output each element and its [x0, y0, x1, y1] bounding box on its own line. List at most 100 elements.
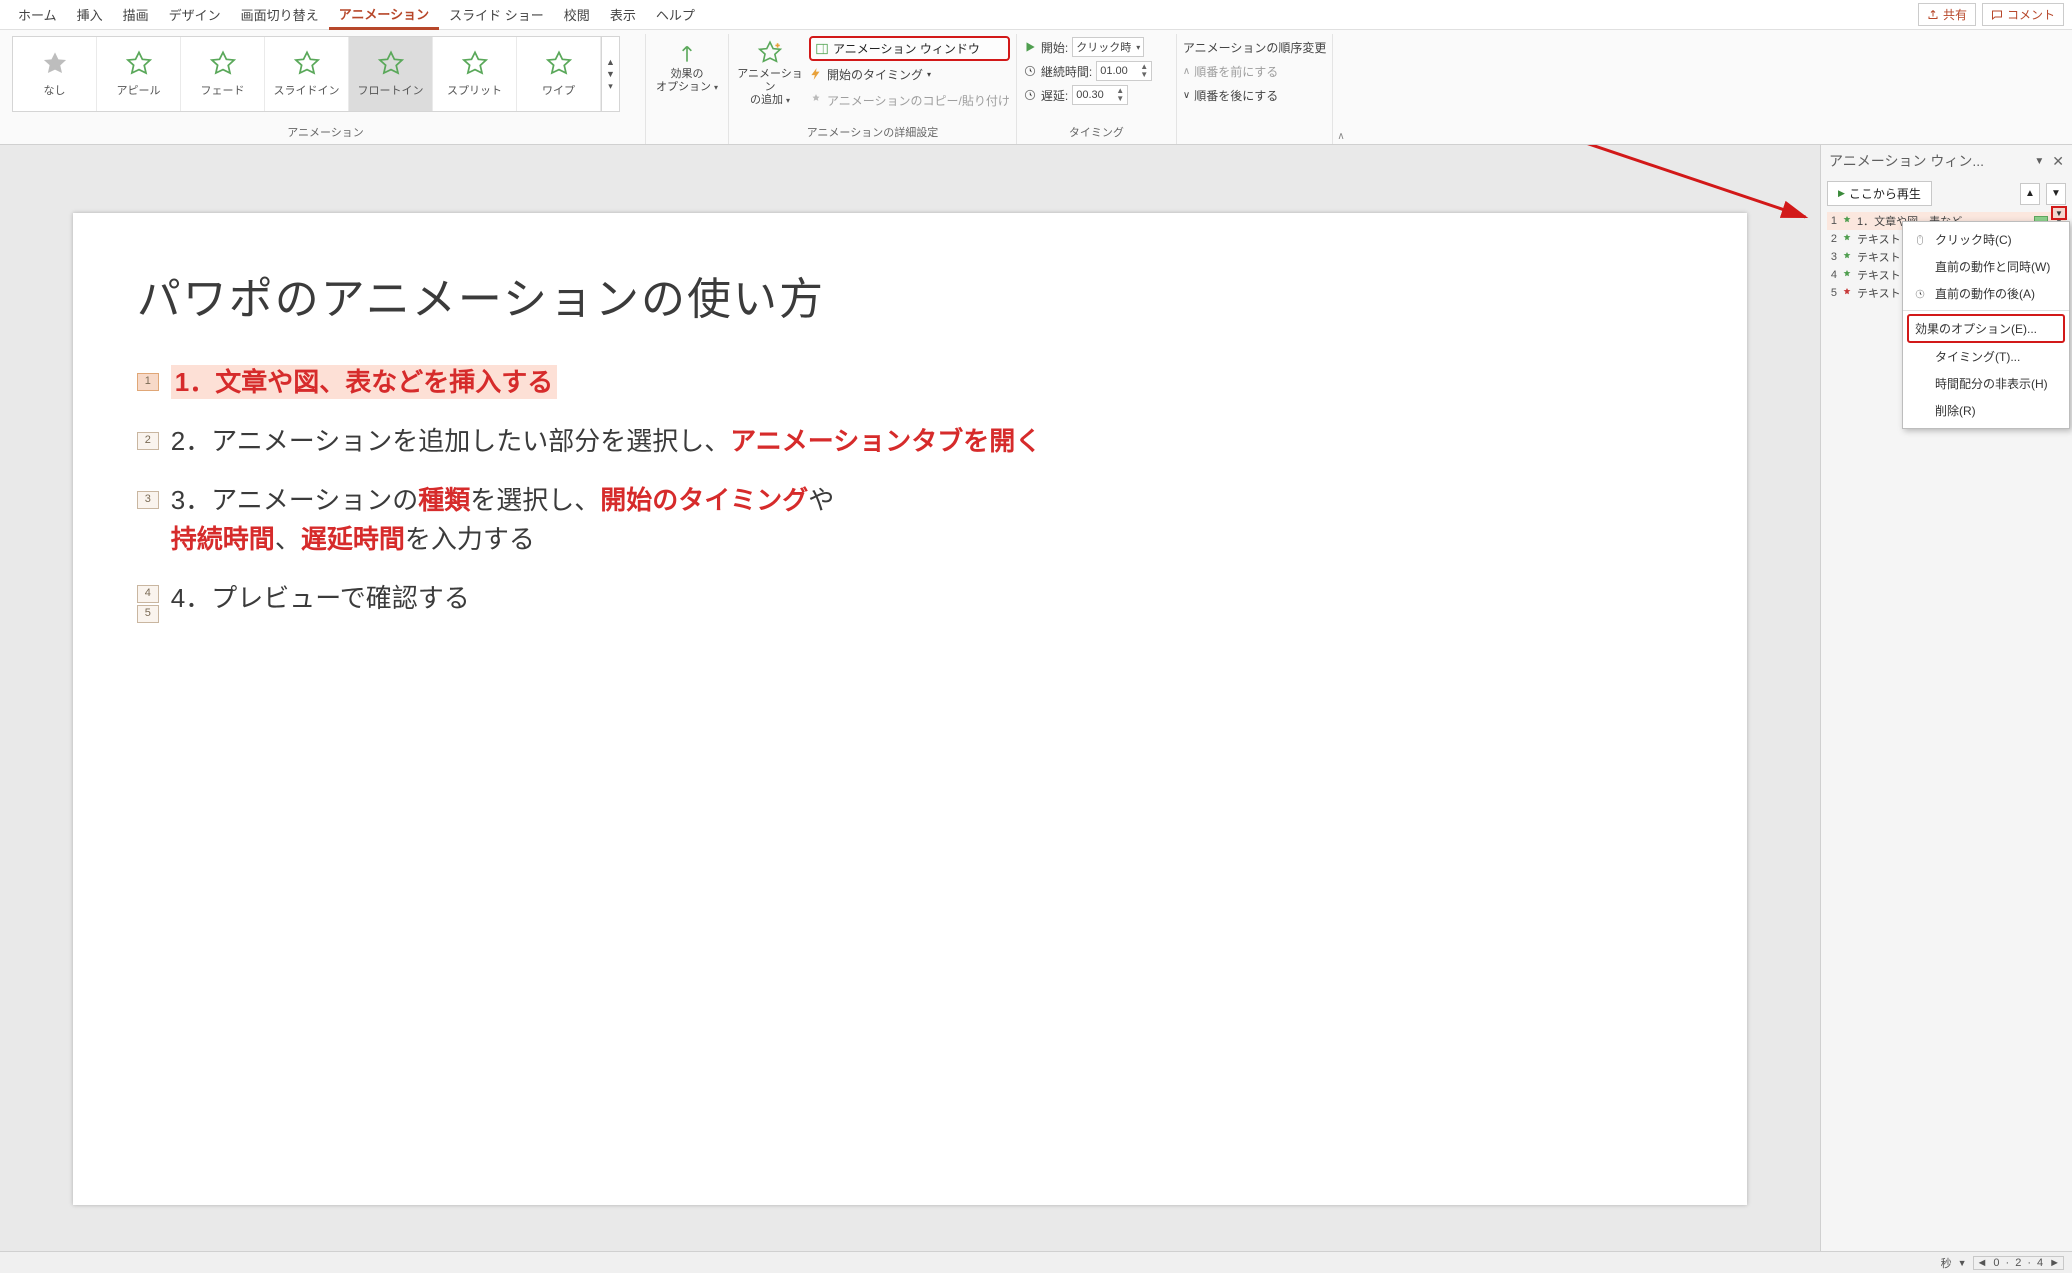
tab-insert[interactable]: 挿入	[67, 1, 113, 28]
gallery-caption: なし	[44, 82, 66, 98]
share-button[interactable]: 共有	[1918, 3, 1976, 26]
pane-close-button[interactable]: ✕	[2052, 153, 2064, 170]
menu-effect-options[interactable]: 効果のオプション(E)...	[1907, 314, 2065, 343]
clock-icon	[1914, 288, 1926, 300]
move-up-button[interactable]: ▲	[2020, 183, 2040, 205]
gallery-caption: スプリット	[447, 82, 502, 98]
pane-options-button[interactable]: ▼	[2034, 156, 2044, 167]
share-icon	[1927, 9, 1939, 21]
move-down-button[interactable]: ▼	[2046, 183, 2066, 205]
star-icon	[293, 50, 321, 78]
anim-tag[interactable]: 2	[137, 432, 159, 450]
star-icon	[1841, 215, 1853, 227]
star-icon	[1841, 287, 1853, 299]
slide-bullet-3: 3 3．アニメーションの種類を選択し、開始のタイミングや持続時間、遅延時間を入力…	[137, 481, 1683, 559]
delay-input[interactable]: 00.30▲▼	[1072, 85, 1128, 105]
star-icon	[461, 50, 489, 78]
slide-bullet-1: 1 1．文章や図、表などを挿入する	[137, 363, 1683, 402]
move-later-button[interactable]: ∨順番を後にする	[1183, 84, 1327, 106]
pane-icon	[815, 42, 829, 56]
comment-button[interactable]: コメント	[1982, 3, 2064, 26]
tab-transitions[interactable]: 画面切り替え	[231, 1, 329, 28]
duration-row: 継続時間: 01.00▲▼	[1023, 60, 1170, 82]
tab-slideshow[interactable]: スライド ショー	[439, 1, 554, 28]
gallery-item-slidein[interactable]: スライドイン	[265, 37, 349, 111]
menu-timing[interactable]: タイミング(T)...	[1903, 343, 2069, 370]
group-advanced-animation: アニメーションの追加 ▾ アニメーション ウィンドウ 開始のタイミング ▾ アニ…	[729, 34, 1017, 144]
move-earlier-button[interactable]: ∧順番を前にする	[1183, 60, 1327, 82]
slide: パワポのアニメーションの使い方 1 1．文章や図、表などを挿入する 2 2．アニ…	[73, 213, 1747, 1206]
animation-gallery: なし アピール フェード スライドイン フロートイン	[12, 36, 620, 112]
menu-hide-timeline[interactable]: 時間配分の非表示(H)	[1903, 370, 2069, 397]
pane-title: アニメーション ウィン...	[1829, 151, 1984, 171]
anim-tag[interactable]: 3	[137, 491, 159, 509]
animation-pane-button[interactable]: アニメーション ウィンドウ	[809, 36, 1010, 61]
tab-draw[interactable]: 描画	[113, 1, 159, 28]
gallery-caption: フロートイン	[358, 82, 424, 98]
play-from-button[interactable]: ▶ここから再生	[1827, 181, 1932, 206]
gallery-caption: アピール	[117, 82, 161, 98]
context-trigger-button[interactable]: ▼	[2051, 206, 2067, 220]
star-plus-icon	[757, 40, 783, 66]
star-icon	[125, 50, 153, 78]
slide-bullet-2: 2 2．アニメーションを追加したい部分を選択し、アニメーションタブを開く	[137, 422, 1683, 461]
anim-tag[interactable]: 5	[137, 605, 159, 623]
chevron-down-icon: ▾	[608, 80, 613, 92]
mouse-icon	[1914, 234, 1926, 246]
anim-tag[interactable]: 4	[137, 585, 159, 603]
gallery-caption: ワイプ	[542, 82, 575, 98]
work-area: パワポのアニメーションの使い方 1 1．文章や図、表などを挿入する 2 2．アニ…	[0, 145, 2072, 1273]
start-select[interactable]: クリック時▾	[1072, 37, 1144, 57]
gallery-more-button[interactable]: ▲ ▼ ▾	[601, 37, 619, 111]
timeline-ruler[interactable]: ◄ 0· 2· 4 ►	[1973, 1256, 2065, 1270]
menu-with-previous[interactable]: 直前の動作と同時(W)	[1903, 253, 2069, 280]
star-icon	[1841, 233, 1853, 245]
ribbon-body: なし アピール フェード スライドイン フロートイン	[0, 30, 2072, 145]
seconds-label: 秒	[1941, 1255, 1952, 1271]
anim-tag[interactable]: 1	[137, 373, 159, 391]
menu-remove[interactable]: 削除(R)	[1903, 397, 2069, 424]
gallery-item-fade[interactable]: フェード	[181, 37, 265, 111]
star-icon	[1841, 251, 1853, 263]
star-brush-icon	[809, 93, 823, 107]
group-label-advanced: アニメーションの詳細設定	[735, 122, 1010, 142]
tab-design[interactable]: デザイン	[159, 1, 231, 28]
gallery-item-floatin[interactable]: フロートイン	[349, 37, 433, 111]
star-icon	[377, 50, 405, 78]
animation-painter-button[interactable]: アニメーションのコピー/貼り付け	[809, 89, 1010, 111]
tab-help[interactable]: ヘルプ	[646, 1, 705, 28]
reorder-label: アニメーションの順序変更	[1183, 36, 1327, 58]
delay-row: 遅延: 00.30▲▼	[1023, 84, 1170, 106]
group-reorder: アニメーションの順序変更 ∧順番を前にする ∨順番を後にする	[1177, 34, 1334, 144]
slide-edit-area[interactable]: パワポのアニメーションの使い方 1 1．文章や図、表などを挿入する 2 2．アニ…	[0, 145, 1820, 1273]
group-label-animation: アニメーション	[12, 122, 639, 142]
gallery-item-split[interactable]: スプリット	[433, 37, 517, 111]
gallery-item-appear[interactable]: アピール	[97, 37, 181, 111]
arrow-up-icon	[674, 40, 700, 66]
pane-context-menu: ▼ クリック時(C) 直前の動作と同時(W) 直前の動作の後(A) 効果のオプシ…	[1902, 221, 2070, 429]
tab-animations[interactable]: アニメーション	[329, 0, 439, 30]
star-icon	[41, 50, 69, 78]
menu-on-click[interactable]: クリック時(C)	[1903, 226, 2069, 253]
menu-after-previous[interactable]: 直前の動作の後(A)	[1903, 280, 2069, 307]
gallery-item-wipe[interactable]: ワイプ	[517, 37, 601, 111]
effect-options-button[interactable]: 効果のオプション ▾	[652, 36, 722, 98]
tab-home[interactable]: ホーム	[8, 1, 67, 28]
lightning-icon	[809, 67, 823, 81]
ribbon-tabs: ホーム 挿入 描画 デザイン 画面切り替え アニメーション スライド ショー 校…	[0, 0, 2072, 30]
group-label-timing: タイミング	[1023, 122, 1170, 142]
trigger-button[interactable]: 開始のタイミング ▾	[809, 63, 1010, 85]
clock-icon	[1023, 88, 1037, 102]
group-timing: 開始: クリック時▾ 継続時間: 01.00▲▼ 遅延: 00.30▲▼ タイミ…	[1017, 34, 1177, 144]
star-icon	[1841, 269, 1853, 281]
start-row: 開始: クリック時▾	[1023, 36, 1170, 58]
clock-icon	[1023, 64, 1037, 78]
slide-bullet-4: 4 5 4．プレビューで確認する	[137, 579, 1683, 623]
duration-input[interactable]: 01.00▲▼	[1096, 61, 1152, 81]
add-animation-button[interactable]: アニメーションの追加 ▾	[735, 36, 805, 112]
tab-view[interactable]: 表示	[600, 1, 646, 28]
collapse-ribbon-button[interactable]: ∧	[1333, 129, 1348, 144]
tab-review[interactable]: 校閲	[554, 1, 600, 28]
gallery-item-none[interactable]: なし	[13, 37, 97, 111]
gallery-caption: フェード	[201, 82, 245, 98]
